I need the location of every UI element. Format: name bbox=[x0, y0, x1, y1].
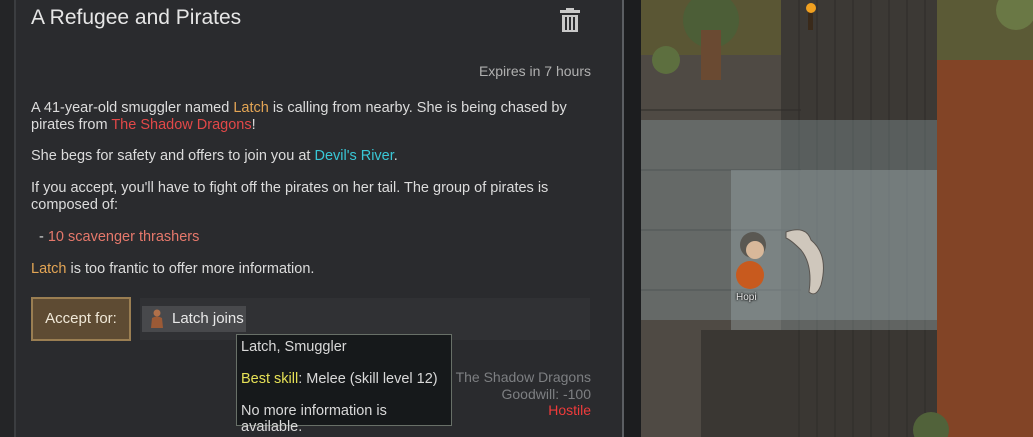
intro-text-a: A 41-year-old smuggler named bbox=[31, 100, 234, 116]
pawn-icon bbox=[150, 309, 164, 329]
tooltip-skill-value: : Melee (skill level 12) bbox=[298, 371, 438, 387]
letter-paragraph-closing: Latch is too frantic to offer more infor… bbox=[31, 261, 591, 278]
quest-letter-panel: A Refugee and Pirates Expires in 7 hours… bbox=[0, 0, 624, 437]
pirate-group-entry: 10 scavenger thrashers bbox=[47, 229, 200, 245]
tooltip-skill-label: Best skill bbox=[241, 371, 299, 387]
tooltip-pawn-name: Latch bbox=[241, 339, 277, 355]
refugee-name-link-2: Latch bbox=[31, 261, 67, 277]
offer-text-a: She begs for safety and offers to join y… bbox=[31, 148, 315, 164]
faction-name: The Shadow Dragons bbox=[455, 369, 591, 385]
trash-icon[interactable] bbox=[559, 7, 581, 33]
pawn-tooltip: Latch, Smuggler Best skill: Melee (skill… bbox=[236, 334, 452, 435]
tooltip-skill-line: Best skill: Melee (skill level 12) bbox=[241, 371, 438, 387]
pirate-group-list-item: - 10 scavenger thrashers bbox=[39, 229, 599, 246]
panel-right-border bbox=[622, 0, 624, 437]
letter-paragraph-intro: A 41-year-old smuggler named Latch is ca… bbox=[31, 100, 591, 133]
letter-paragraph-offer: She begs for safety and offers to join y… bbox=[31, 148, 591, 165]
tooltip-note: No more information is available. bbox=[241, 403, 387, 435]
faction-info: The Shadow Dragons Goodwill: -100 Hostil… bbox=[456, 369, 591, 419]
refugee-name-link: Latch bbox=[233, 100, 269, 116]
reward-pawn-joins[interactable]: Latch joins bbox=[142, 306, 246, 332]
expires-text: Expires in 7 hours bbox=[478, 63, 591, 79]
letter-paragraph-threat: If you accept, you'll have to fight off … bbox=[31, 180, 549, 213]
pawn-name-label: Hopi bbox=[736, 292, 757, 303]
tooltip-pawn-role: , Smuggler bbox=[276, 339, 347, 355]
intro-text-c: ! bbox=[251, 116, 256, 133]
map-view[interactable]: Hopi bbox=[641, 0, 1033, 437]
colony-name-link: Devil's River bbox=[314, 148, 394, 164]
panel-left-border bbox=[0, 0, 16, 437]
reward-pawn-label: Latch joins bbox=[172, 310, 244, 327]
offer-text-b: . bbox=[393, 148, 398, 164]
faction-name-link: The Shadow Dragons bbox=[111, 116, 252, 133]
letter-title: A Refugee and Pirates bbox=[31, 6, 242, 29]
closing-text: is too frantic to offer more information… bbox=[66, 261, 315, 277]
list-dash: - bbox=[39, 229, 48, 245]
accept-button[interactable]: Accept for: bbox=[31, 297, 131, 341]
tooltip-name-line: Latch, Smuggler bbox=[241, 339, 347, 355]
map-terrain bbox=[641, 0, 1033, 437]
faction-status: Hostile bbox=[548, 402, 591, 418]
faction-goodwill: Goodwill: -100 bbox=[501, 385, 592, 402]
